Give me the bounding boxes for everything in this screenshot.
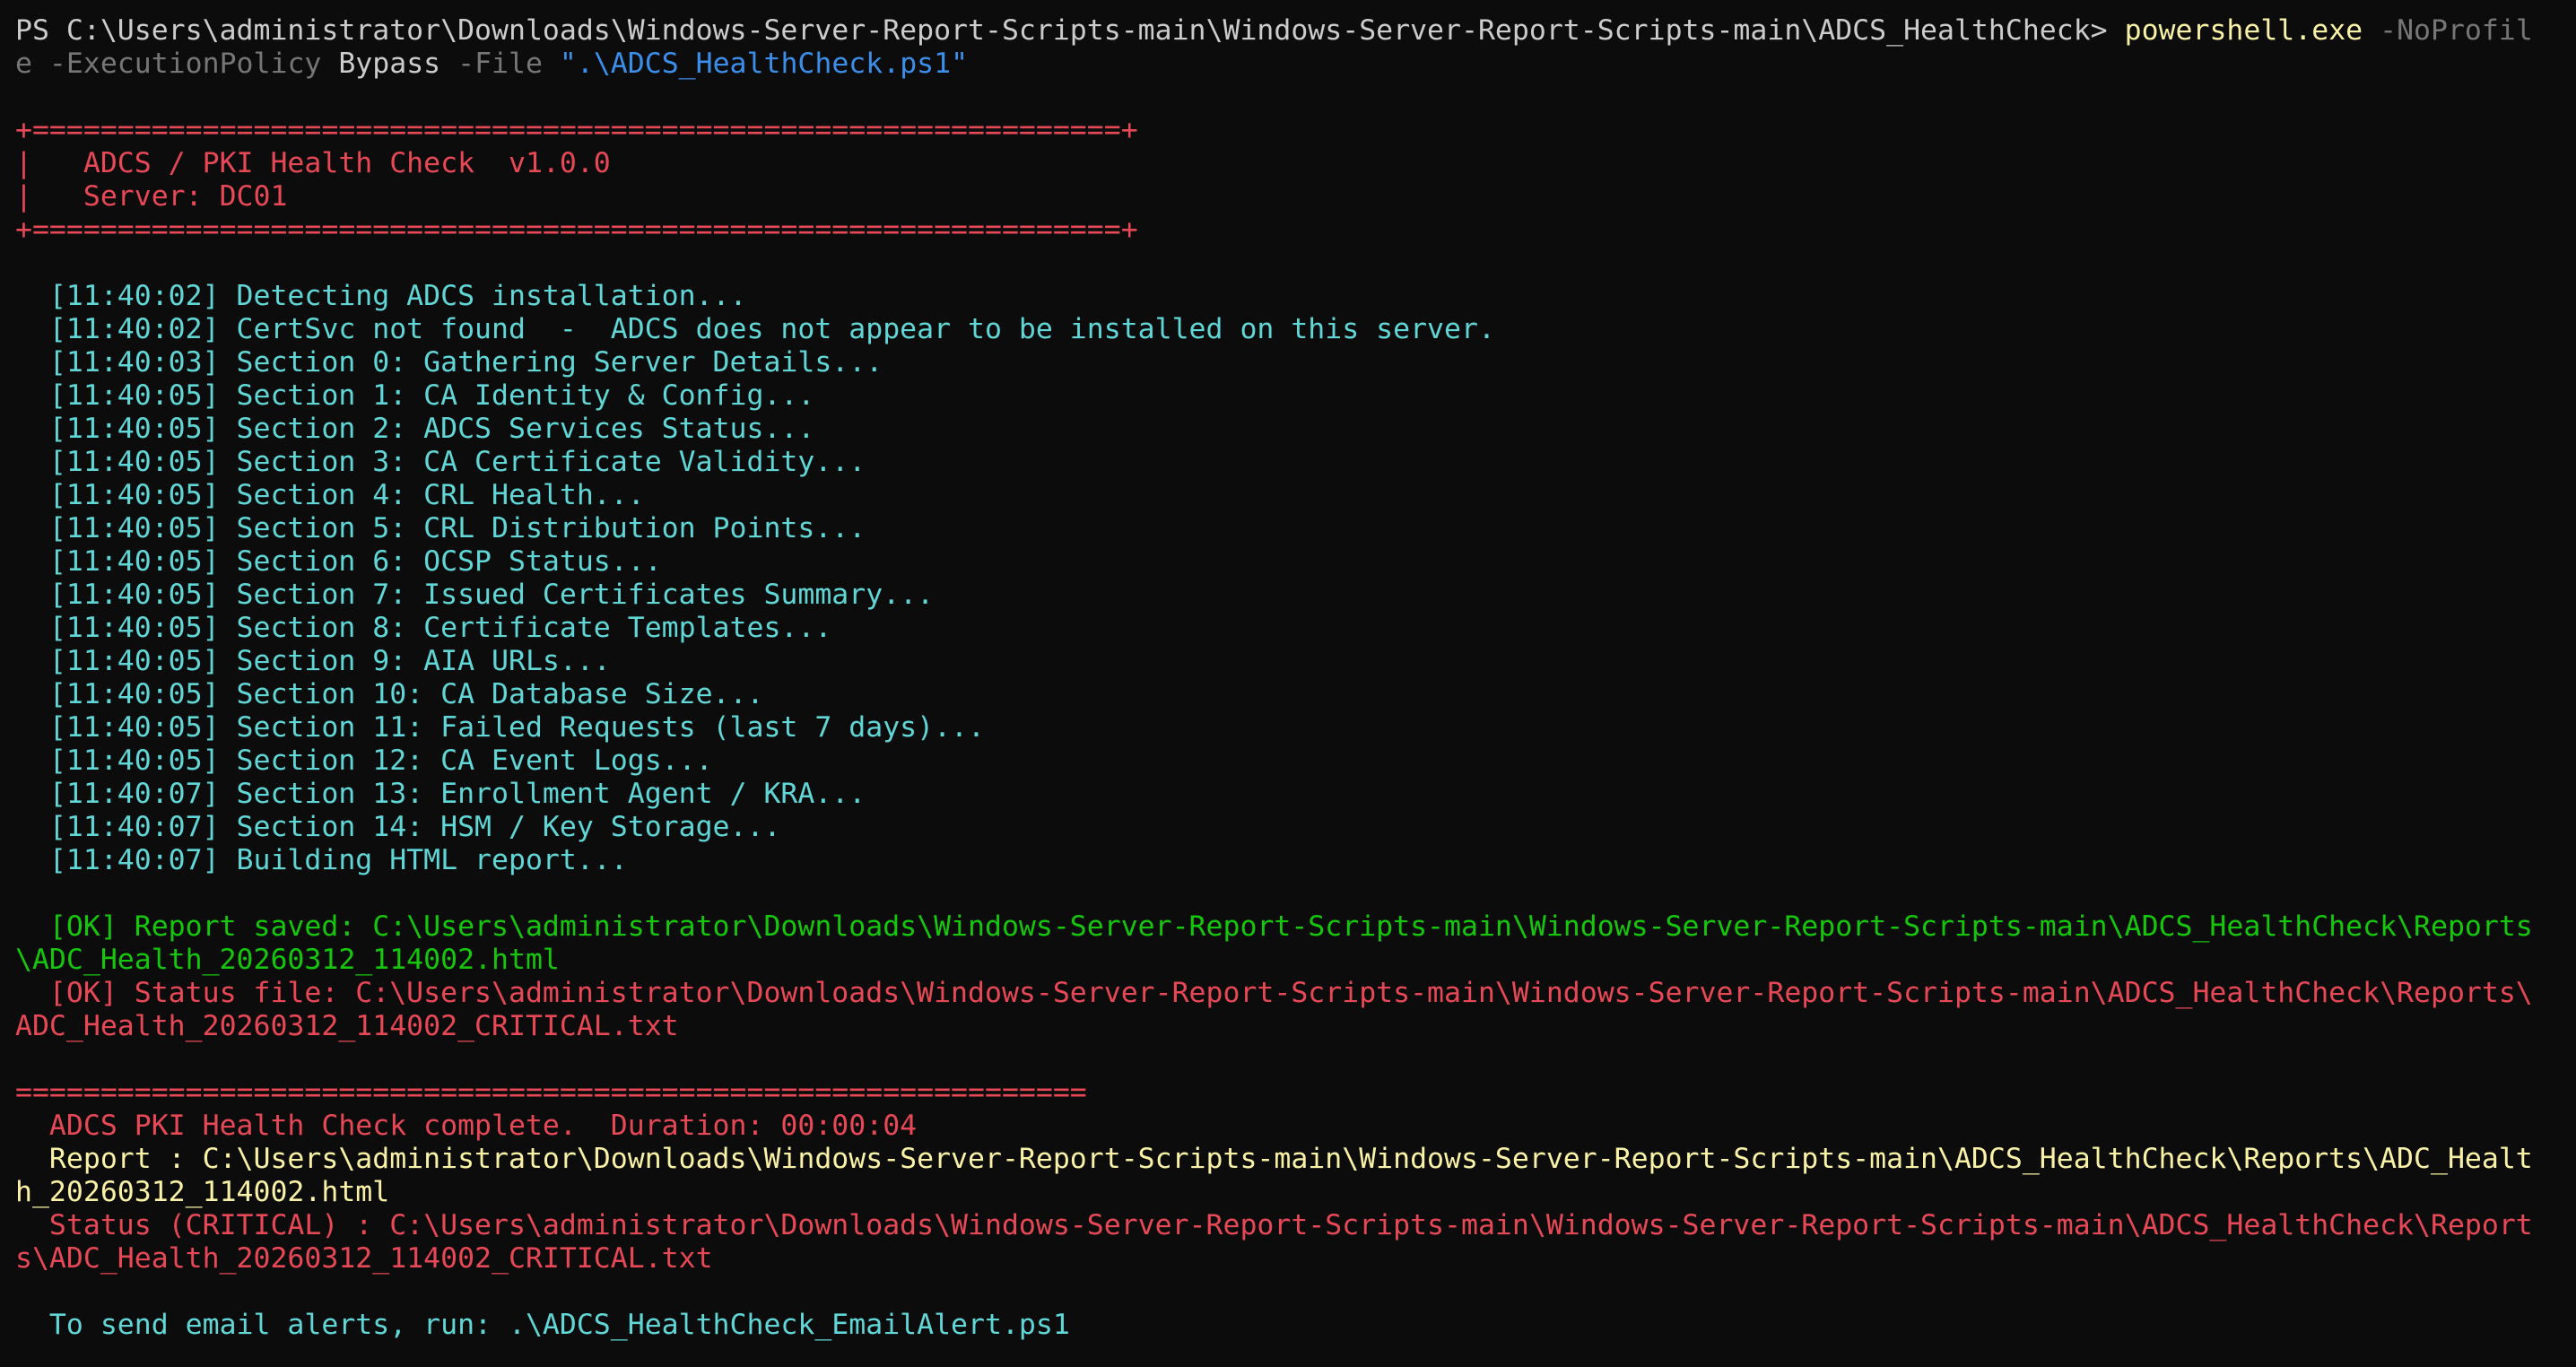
ok-report-saved-wrap: \ADC_Health_20260312_114002.html [15, 944, 560, 976]
ok-report-saved: [OK] Report saved: C:\Users\administrato… [15, 910, 2533, 943]
terminal-window[interactable]: PS C:\Users\administrator\Downloads\Wind… [0, 0, 2576, 1367]
log-line: [11:40:07] Building HTML report... [15, 844, 628, 876]
banner-top-border: +=======================================… [15, 114, 1138, 146]
summary-status-path-wrap: s\ADC_Health_20260312_114002_CRITICAL.tx… [15, 1242, 713, 1275]
param-noprofile: -NoProfil [2363, 14, 2533, 47]
param-file: -File [440, 48, 543, 80]
log-line: [11:40:02] Detecting ADCS installation..… [15, 280, 747, 312]
log-line: [11:40:05] Section 1: CA Identity & Conf… [15, 379, 815, 412]
ok-status-file: [OK] Status file: C:\Users\administrator… [15, 977, 2533, 1009]
summary-separator: ========================================… [15, 1076, 1087, 1109]
summary-report-path: Report : C:\Users\administrator\Download… [15, 1143, 2533, 1175]
log-line: [11:40:03] Section 0: Gathering Server D… [15, 346, 883, 379]
log-line: [11:40:07] Section 14: HSM / Key Storage… [15, 811, 781, 843]
summary-report-path-wrap: h_20260312_114002.html [15, 1176, 390, 1208]
param-noprofile-wrap: e [15, 48, 32, 80]
log-line: [11:40:05] Section 10: CA Database Size.… [15, 678, 764, 710]
summary-status-path: Status (CRITICAL) : C:\Users\administrat… [15, 1209, 2533, 1241]
log-line: [11:40:05] Section 6: OCSP Status... [15, 545, 662, 578]
command-name: powershell.exe [2124, 14, 2363, 47]
log-line: [11:40:05] Section 4: CRL Health... [15, 479, 645, 511]
command-prompt-line: PS C:\Users\administrator\Downloads\Wind… [15, 14, 2576, 48]
log-line: [11:40:05] Section 12: CA Event Logs... [15, 744, 713, 777]
log-line: [11:40:05] Section 9: AIA URLs... [15, 645, 611, 677]
log-line: [11:40:05] Section 2: ADCS Services Stat… [15, 413, 815, 445]
banner-server: | Server: DC01 [15, 180, 288, 213]
log-line: [11:40:05] Section 5: CRL Distribution P… [15, 512, 866, 544]
command-prompt-line-wrap: e -ExecutionPolicy Bypass -File ".\ADCS_… [15, 48, 2576, 81]
summary-complete: ADCS PKI Health Check complete. Duration… [15, 1110, 918, 1142]
param-file-value: ".\ADCS_HealthCheck.ps1" [542, 48, 969, 80]
banner-title: | ADCS / PKI Health Check v1.0.0 [15, 147, 611, 179]
banner-bottom-border: +=======================================… [15, 213, 1138, 246]
prompt-path: PS C:\Users\administrator\Downloads\Wind… [15, 14, 2125, 47]
email-alert-hint: To send email alerts, run: .\ADCS_Health… [15, 1309, 1070, 1341]
log-line: [11:40:02] CertSvc not found - ADCS does… [15, 313, 1495, 345]
param-executionpolicy: -ExecutionPolicy [31, 48, 322, 80]
param-policy-value: Bypass [321, 48, 441, 80]
log-line: [11:40:05] Section 7: Issued Certificate… [15, 579, 935, 611]
log-line: [11:40:05] Section 3: CA Certificate Val… [15, 446, 866, 478]
log-line: [11:40:07] Section 13: Enrollment Agent … [15, 778, 866, 810]
ok-status-file-wrap: ADC_Health_20260312_114002_CRITICAL.txt [15, 1010, 679, 1042]
log-line: [11:40:05] Section 11: Failed Requests (… [15, 711, 985, 744]
log-line: [11:40:05] Section 8: Certificate Templa… [15, 612, 832, 644]
